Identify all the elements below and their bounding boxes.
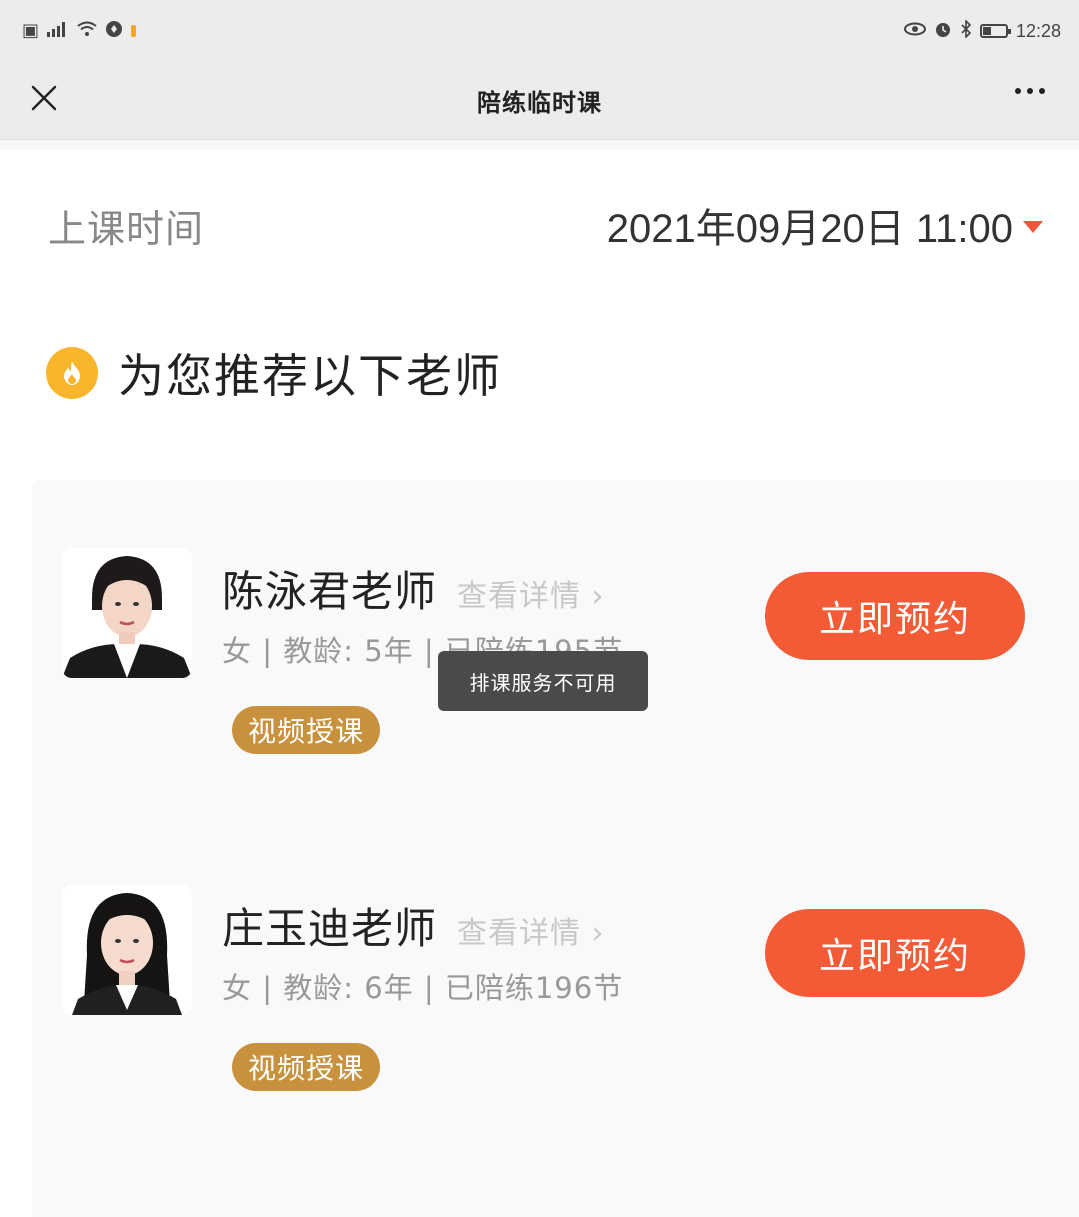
bluetooth-icon [960, 19, 972, 42]
teaching-mode-tag: 视频授课 [232, 1043, 381, 1091]
teacher-avatar [62, 548, 192, 678]
schedule-picker[interactable]: 2021年09月20日 11:00 [607, 196, 1043, 254]
recommend-header: 为您推荐以下老师 [46, 340, 502, 406]
page-title: 陪练临时课 [477, 89, 602, 117]
view-details-link[interactable]: 查看详情 › [457, 571, 605, 615]
location-icon [105, 20, 123, 42]
toast-message: 排课服务不可用 [438, 651, 648, 711]
more-dot-icon [1015, 88, 1021, 94]
eye-icon [903, 22, 926, 40]
close-icon [31, 85, 57, 111]
teacher-list: 陈泳君老师 查看详情 › 女 | 教龄: 5年 | 已陪练195节 视频授课 立… [32, 480, 1079, 1217]
recommend-title: 为您推荐以下老师 [118, 349, 502, 403]
teacher-name: 庄玉迪老师 [222, 904, 438, 953]
status-left-icons: ▣ [22, 20, 137, 42]
schedule-value: 2021年09月20日 11:00 [606, 207, 1013, 251]
nav-bar: 陪练临时课 [0, 62, 1079, 140]
more-dot-icon [1027, 88, 1033, 94]
teacher-avatar [62, 885, 192, 1015]
book-now-button[interactable]: 立即预约 [765, 572, 1025, 660]
teacher-card: 庄玉迪老师 查看详情 › 女 | 教龄: 6年 | 已陪练196节 视频授课 立… [32, 875, 1079, 1135]
sim-icon: ▣ [22, 20, 40, 41]
more-dot-icon [1039, 88, 1045, 94]
teaching-mode-tag: 视频授课 [232, 706, 381, 754]
notification-dot [131, 25, 137, 37]
more-button[interactable] [1015, 88, 1045, 94]
fire-icon [46, 347, 98, 399]
status-bar: ▣ 12:28 [0, 0, 1079, 62]
battery-icon [979, 24, 1011, 38]
teacher-name: 陈泳君老师 [222, 567, 438, 616]
book-now-button[interactable]: 立即预约 [765, 909, 1025, 997]
wifi-icon [77, 21, 97, 41]
schedule-label: 上课时间 [48, 206, 205, 251]
alarm-icon [934, 20, 952, 42]
view-details-link[interactable]: 查看详情 › [457, 908, 605, 952]
status-time: 12:28 [1015, 20, 1061, 41]
schedule-row: 上课时间 2021年09月20日 11:00 [0, 190, 1079, 260]
teacher-name-row: 庄玉迪老师 查看详情 › [222, 895, 605, 956]
teacher-meta: 女 | 教龄: 6年 | 已陪练196节 [222, 971, 624, 1005]
status-right-icons: 12:28 [903, 19, 1061, 42]
signal-icon [47, 21, 69, 41]
close-button[interactable] [28, 82, 60, 114]
teacher-name-row: 陈泳君老师 查看详情 › [222, 558, 605, 619]
caret-down-icon [1023, 221, 1043, 233]
